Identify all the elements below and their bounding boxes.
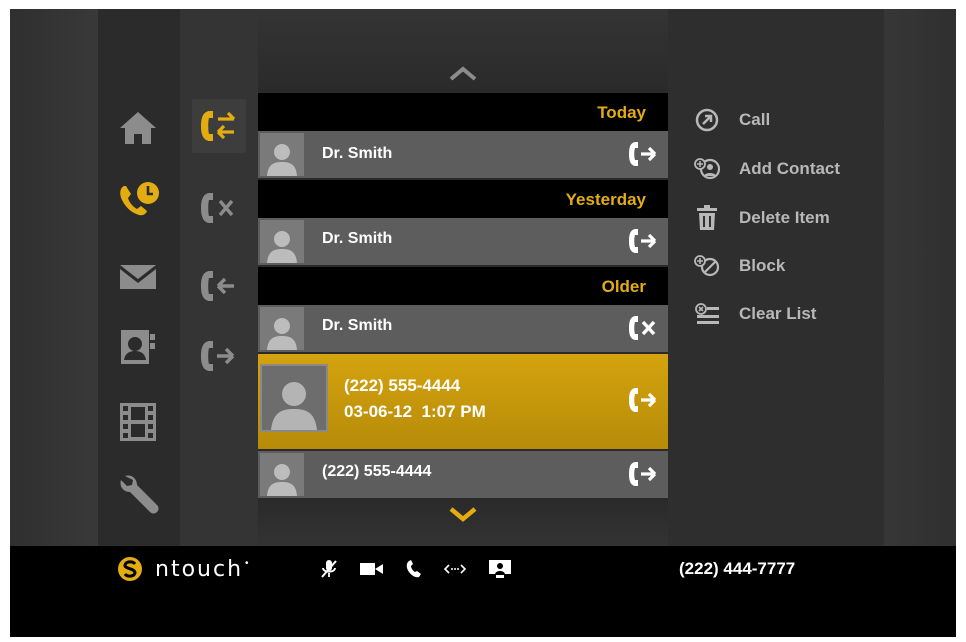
scroll-up-icon[interactable] [258, 65, 668, 81]
missed-calls-icon[interactable] [192, 181, 246, 235]
add-contact-icon [694, 156, 720, 182]
clear-list-icon [694, 301, 720, 327]
video-display-icon[interactable] [488, 559, 512, 579]
settings-icon[interactable] [118, 471, 162, 515]
caller-name: Dr. Smith [322, 145, 393, 162]
call-history-view: Today Dr. Smith Yesterday Dr. Smith Olde… [10, 9, 956, 546]
avatar [260, 453, 304, 496]
call-row-selected[interactable]: (222) 555-4444 03-06-12 1:07 PM [258, 354, 668, 449]
section-label: Yesterday [565, 190, 646, 209]
caller-number: (222) 555-4444 [344, 376, 461, 395]
missed-call-icon [628, 314, 658, 347]
contacts-icon[interactable] [118, 327, 158, 367]
caller-name: Dr. Smith [322, 230, 393, 247]
call-button[interactable]: Call [694, 105, 770, 135]
call-row[interactable]: (222) 555-4444 [258, 451, 668, 498]
call-history-list: Today Dr. Smith Yesterday Dr. Smith Olde… [258, 9, 668, 546]
call-row[interactable]: Dr. Smith [258, 218, 668, 265]
section-label: Older [601, 277, 646, 296]
delete-item-button[interactable]: Delete Item [694, 203, 830, 233]
home-icon[interactable] [118, 108, 158, 148]
status-icons [320, 559, 534, 579]
avatar [260, 220, 304, 263]
trash-icon [694, 205, 720, 231]
call-timestamp: 03-06-12 1:07 PM [344, 402, 486, 421]
call-history-icon[interactable] [116, 179, 160, 219]
add-contact-button[interactable]: Add Contact [694, 154, 840, 184]
outgoing-call-icon [628, 227, 658, 260]
own-phone-number: (222) 444-7777 [679, 559, 796, 578]
avatar [260, 133, 304, 176]
outgoing-call-icon [628, 386, 658, 419]
outgoing-call-icon [628, 140, 658, 173]
status-bar: ntouch • (222) 444-7777 [10, 546, 956, 637]
main-nav [98, 9, 180, 546]
call-actions-panel: Call Add Contact Delete Item Block Clear… [668, 9, 884, 546]
all-calls-icon[interactable] [192, 99, 246, 153]
relay-call-icon[interactable] [444, 562, 466, 576]
call-row[interactable]: Dr. Smith [258, 131, 668, 178]
phone-icon[interactable] [406, 560, 422, 578]
brand-name: ntouch [155, 556, 244, 582]
clear-list-label: Clear List [739, 304, 817, 323]
avatar [260, 364, 328, 432]
call-row[interactable]: Dr. Smith [258, 305, 668, 352]
call-icon [694, 107, 720, 133]
section-label: Today [597, 103, 646, 122]
section-header-today: Today [258, 93, 668, 131]
ntouch-logo: ntouch • [117, 556, 249, 582]
caller-number: (222) 555-4444 [322, 463, 432, 480]
incoming-calls-icon[interactable] [192, 259, 246, 313]
block-icon [694, 253, 720, 279]
section-header-yesterday: Yesterday [258, 180, 668, 218]
sorenson-logo-icon [118, 557, 142, 581]
call-label: Call [739, 110, 771, 129]
outgoing-call-icon [628, 460, 658, 493]
clear-list-button[interactable]: Clear List [694, 299, 816, 329]
scroll-down-icon[interactable] [258, 507, 668, 523]
app-screen: Today Dr. Smith Yesterday Dr. Smith Olde… [10, 9, 956, 637]
call-filter-bar [180, 9, 258, 546]
caller-name: Dr. Smith [322, 317, 393, 334]
block-label: Block [739, 256, 786, 275]
delete-item-label: Delete Item [739, 208, 830, 227]
video-camera-icon[interactable] [360, 561, 384, 577]
avatar [260, 307, 304, 350]
add-contact-label: Add Contact [739, 159, 841, 178]
outgoing-calls-icon[interactable] [192, 329, 246, 383]
mail-icon[interactable] [118, 262, 158, 292]
section-header-older: Older [258, 267, 668, 305]
block-button[interactable]: Block [694, 251, 785, 281]
video-center-icon[interactable] [118, 402, 158, 442]
microphone-muted-icon[interactable] [320, 559, 338, 579]
trademark-mark: • [245, 557, 249, 569]
